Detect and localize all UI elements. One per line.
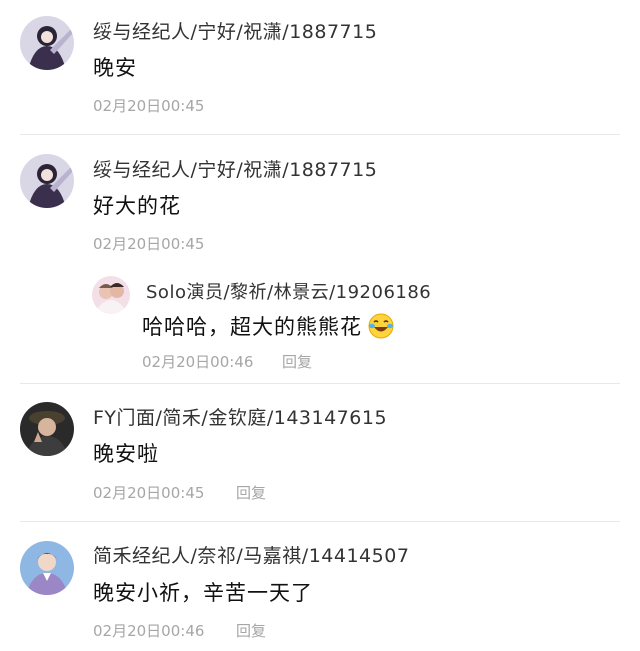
comment-text: 晚安啦: [93, 442, 159, 466]
reply-button[interactable]: 回复: [236, 482, 266, 503]
comment-username[interactable]: 绥与经纪人/宁好/祝潇/1887715: [93, 17, 377, 44]
avatar[interactable]: [20, 541, 74, 595]
reply-username[interactable]: Solo演员/黎祈/林景云/19206186: [146, 278, 431, 304]
avatar[interactable]: [20, 16, 74, 70]
comment-username[interactable]: 绥与经纪人/宁好/祝潇/1887715: [93, 155, 377, 182]
divider: [20, 521, 620, 522]
comment-text: 晚安: [93, 56, 137, 80]
avatar[interactable]: [20, 154, 74, 208]
comment-timestamp: 02月20日00:46: [93, 622, 205, 640]
laughing-crying-emoji-icon: [368, 313, 394, 339]
divider: [20, 134, 620, 135]
comment-text: 好大的花: [93, 194, 181, 218]
divider: [20, 383, 620, 384]
comment-username[interactable]: FY门面/简禾/金钦庭/143147615: [93, 403, 387, 430]
comment-timestamp: 02月20日00:45: [93, 484, 205, 502]
reply-timestamp: 02月20日00:46: [142, 353, 254, 371]
comment-timestamp: 02月20日00:45: [93, 235, 205, 253]
comment-text: 晚安小祈，辛苦一天了: [93, 581, 313, 605]
reply-avatar[interactable]: [92, 276, 130, 314]
reply-button[interactable]: 回复: [236, 620, 266, 641]
reply-text-row: 哈哈哈，超大的熊熊花: [142, 311, 394, 341]
reply-text: 哈哈哈，超大的熊熊花: [142, 315, 362, 339]
reply-button[interactable]: 回复: [282, 351, 312, 372]
comment-timestamp: 02月20日00:45: [93, 97, 205, 115]
avatar[interactable]: [20, 402, 74, 456]
comment-username[interactable]: 简禾经纪人/奈祁/马嘉祺/14414507: [93, 541, 409, 568]
